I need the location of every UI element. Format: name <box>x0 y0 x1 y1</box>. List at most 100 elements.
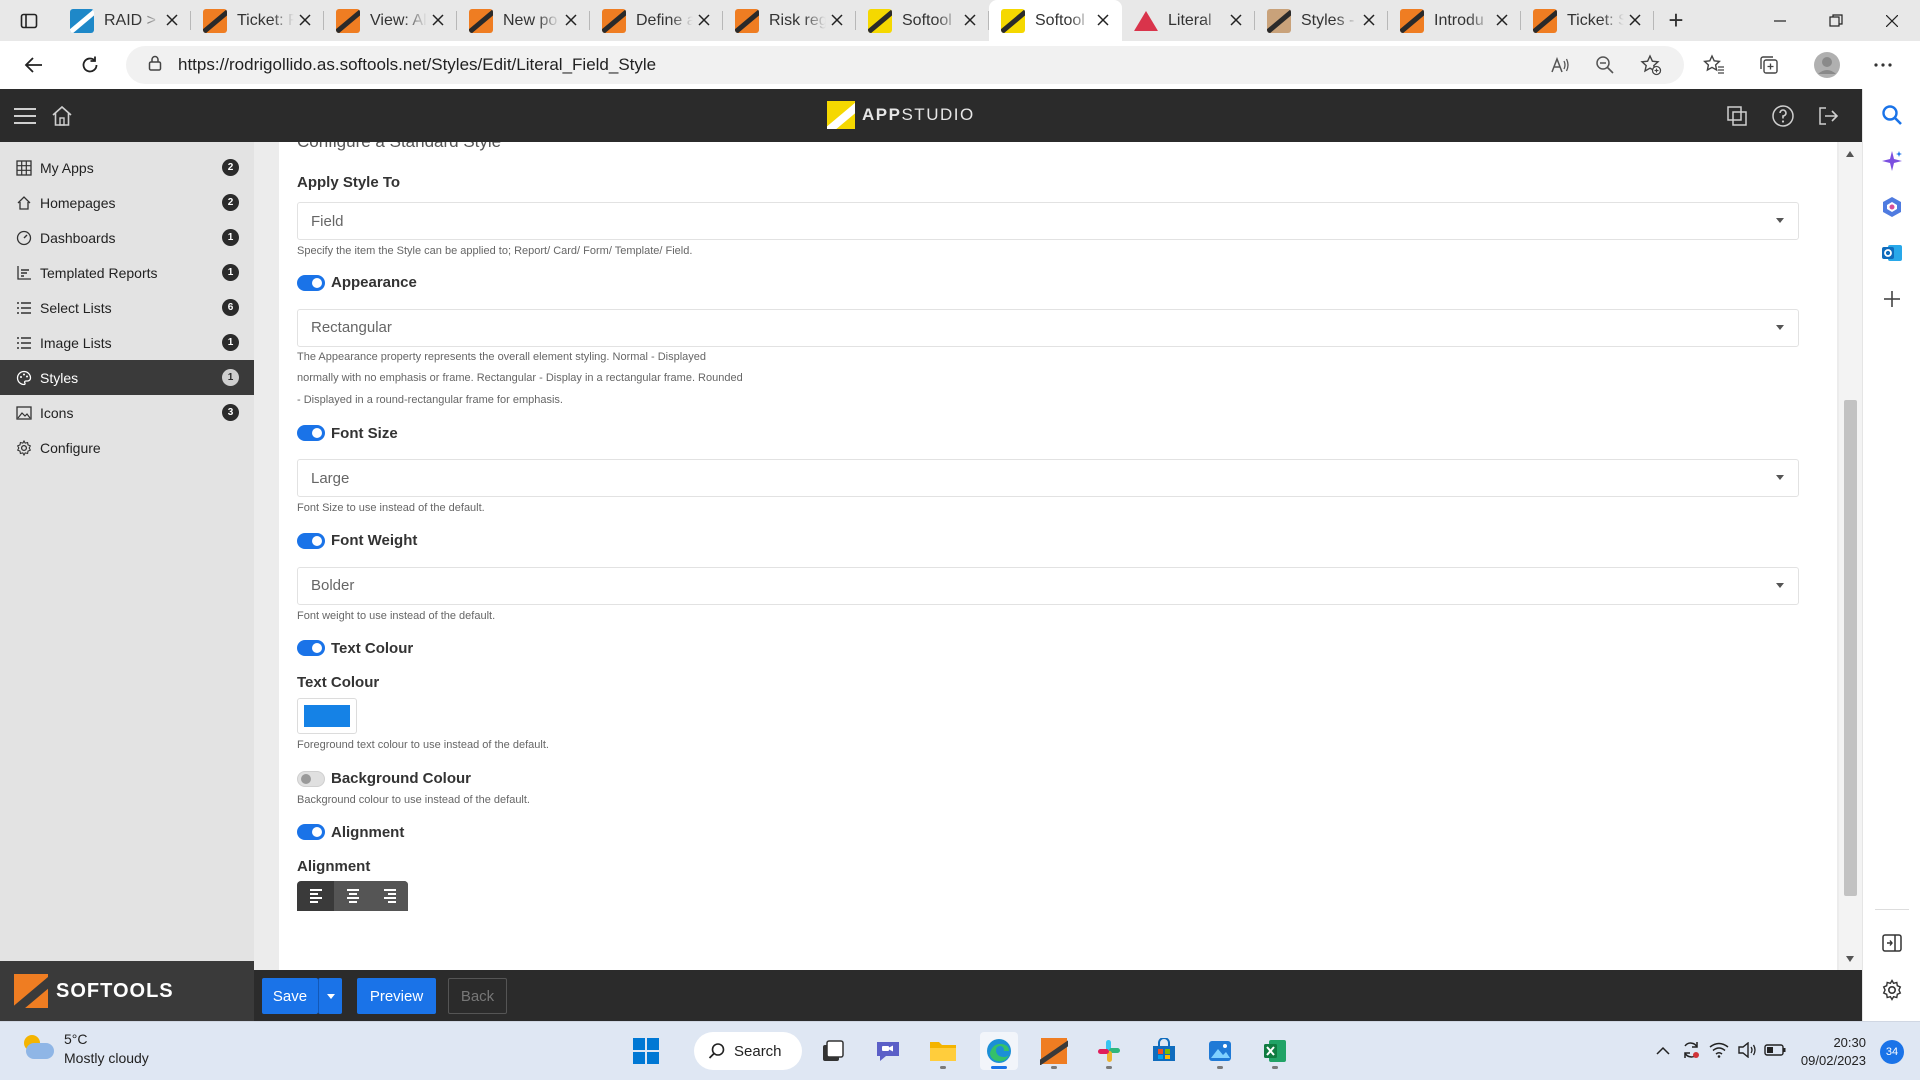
restore-button[interactable] <box>1808 0 1864 41</box>
edge-browser-icon[interactable] <box>980 1032 1018 1070</box>
scroll-down-icon[interactable] <box>1846 956 1854 962</box>
microsoft-store-icon[interactable] <box>1145 1032 1183 1070</box>
profile-avatar[interactable] <box>1810 48 1844 82</box>
help-icon[interactable] <box>1768 101 1798 131</box>
home-icon[interactable] <box>47 101 77 131</box>
close-tab-icon[interactable] <box>1358 10 1380 31</box>
browser-tab[interactable]: Ticket: S <box>1521 0 1654 41</box>
teams-chat-icon[interactable] <box>869 1032 907 1070</box>
refresh-icon[interactable] <box>68 45 112 85</box>
save-options-dropdown[interactable] <box>318 978 342 1014</box>
sidebar-item-homepages[interactable]: Homepages 2 <box>0 185 254 220</box>
sidebar-item-styles[interactable]: Styles 1 <box>0 360 254 395</box>
logout-icon[interactable] <box>1813 101 1843 131</box>
notification-badge[interactable]: 34 <box>1880 1039 1904 1064</box>
excel-icon[interactable] <box>1256 1032 1294 1070</box>
tab-actions-icon[interactable] <box>0 0 58 41</box>
browser-tab[interactable]: Literal <box>1122 0 1255 41</box>
close-tab-icon[interactable] <box>1092 10 1114 31</box>
close-tab-icon[interactable] <box>1225 10 1247 31</box>
close-tab-icon[interactable] <box>427 10 449 31</box>
hamburger-menu-icon[interactable] <box>10 101 40 131</box>
windows-start-icon[interactable] <box>627 1032 665 1070</box>
text-colour-picker[interactable] <box>297 698 357 734</box>
search-icon[interactable] <box>1876 99 1908 131</box>
browser-tab[interactable]: Introdu <box>1388 0 1521 41</box>
close-window-button[interactable] <box>1864 0 1920 41</box>
file-explorer-icon[interactable] <box>924 1032 962 1070</box>
browser-tab[interactable]: Softool <box>856 0 989 41</box>
close-tab-icon[interactable] <box>161 10 183 31</box>
close-tab-icon[interactable] <box>1624 10 1646 31</box>
background-colour-toggle[interactable] <box>297 770 325 787</box>
favorites-icon[interactable] <box>1697 48 1731 82</box>
zoom-out-icon[interactable] <box>1588 48 1622 82</box>
photos-icon[interactable] <box>1201 1032 1239 1070</box>
preview-button[interactable]: Preview <box>357 978 436 1014</box>
minimize-button[interactable] <box>1752 0 1808 41</box>
office-icon[interactable] <box>1876 191 1908 223</box>
task-view-icon[interactable] <box>814 1032 852 1070</box>
browser-tab[interactable]: New po <box>457 0 590 41</box>
hide-sidebar-icon[interactable] <box>1876 927 1908 959</box>
add-favorite-icon[interactable] <box>1634 48 1668 82</box>
text-colour-toggle[interactable] <box>297 640 325 656</box>
add-panel-icon[interactable] <box>1876 283 1908 315</box>
alignment-toggle[interactable] <box>297 824 325 840</box>
font-weight-select[interactable]: Bolder <box>297 566 1799 605</box>
sidebar-item-icons[interactable]: Icons 3 <box>0 395 254 430</box>
collections-icon[interactable] <box>1752 48 1786 82</box>
weather-widget[interactable]: 5°C Mostly cloudy <box>20 1030 149 1068</box>
close-tab-icon[interactable] <box>959 10 981 31</box>
outlook-icon[interactable] <box>1876 237 1908 269</box>
scroll-up-icon[interactable] <box>1846 151 1854 157</box>
browser-tab[interactable]: Styles - <box>1255 0 1388 41</box>
appearance-select[interactable]: Rectangular <box>297 308 1799 347</box>
copilot-sparkle-icon[interactable] <box>1876 145 1908 177</box>
appstudio-taskbar-icon[interactable] <box>1035 1032 1073 1070</box>
apply-style-to-select[interactable]: Field <box>297 202 1799 240</box>
font-size-select[interactable]: Large <box>297 459 1799 497</box>
browser-tab[interactable]: Risk reg <box>723 0 856 41</box>
close-tab-icon[interactable] <box>693 10 715 31</box>
chevron-up-icon[interactable] <box>1649 1043 1677 1060</box>
save-button[interactable]: Save <box>262 978 318 1014</box>
taskbar-search[interactable]: Search <box>694 1032 802 1070</box>
back-button[interactable]: Back <box>448 978 507 1014</box>
close-tab-icon[interactable] <box>294 10 316 31</box>
browser-tab[interactable]: Define a <box>590 0 723 41</box>
back-arrow-icon[interactable] <box>12 45 56 85</box>
copy-icon[interactable] <box>1722 101 1752 131</box>
read-aloud-icon[interactable] <box>1543 48 1577 82</box>
more-options-icon[interactable] <box>1866 48 1900 82</box>
sidebar-item-image-lists[interactable]: Image Lists 1 <box>0 325 254 360</box>
new-tab-button[interactable]: + <box>1654 0 1698 41</box>
sidebar-item-select-lists[interactable]: Select Lists 6 <box>0 290 254 325</box>
close-tab-icon[interactable] <box>826 10 848 31</box>
close-tab-icon[interactable] <box>1491 10 1513 31</box>
align-left-button[interactable] <box>297 881 334 911</box>
sidebar-item-configure[interactable]: Configure <box>0 430 254 465</box>
browser-tab[interactable]: View: Al <box>324 0 457 41</box>
align-center-button[interactable] <box>334 881 371 911</box>
sidebar-item-templated-reports[interactable]: Templated Reports 1 <box>0 255 254 290</box>
browser-tab[interactable]: Softool <box>989 0 1122 41</box>
wifi-icon[interactable] <box>1705 1042 1733 1062</box>
appearance-toggle[interactable] <box>297 274 325 291</box>
vertical-scrollbar[interactable] <box>1839 142 1862 970</box>
browser-tab[interactable]: Ticket: F <box>191 0 324 41</box>
close-tab-icon[interactable] <box>560 10 582 31</box>
volume-icon[interactable] <box>1733 1041 1761 1062</box>
settings-gear-icon[interactable] <box>1876 974 1908 1006</box>
font-weight-toggle[interactable] <box>297 532 325 549</box>
sync-icon[interactable] <box>1677 1040 1705 1064</box>
sidebar-item-my-apps[interactable]: My Apps 2 <box>0 150 254 185</box>
browser-tab[interactable]: RAID > <box>58 0 191 41</box>
taskbar-clock[interactable]: 20:30 09/02/2023 <box>1801 1034 1866 1070</box>
align-right-button[interactable] <box>371 881 408 911</box>
slack-icon[interactable] <box>1090 1032 1128 1070</box>
sidebar-item-dashboards[interactable]: Dashboards 1 <box>0 220 254 255</box>
font-size-toggle[interactable] <box>297 425 325 441</box>
battery-icon[interactable] <box>1761 1043 1789 1060</box>
url-field[interactable]: https://rodrigollido.as.softools.net/Sty… <box>126 46 1684 84</box>
